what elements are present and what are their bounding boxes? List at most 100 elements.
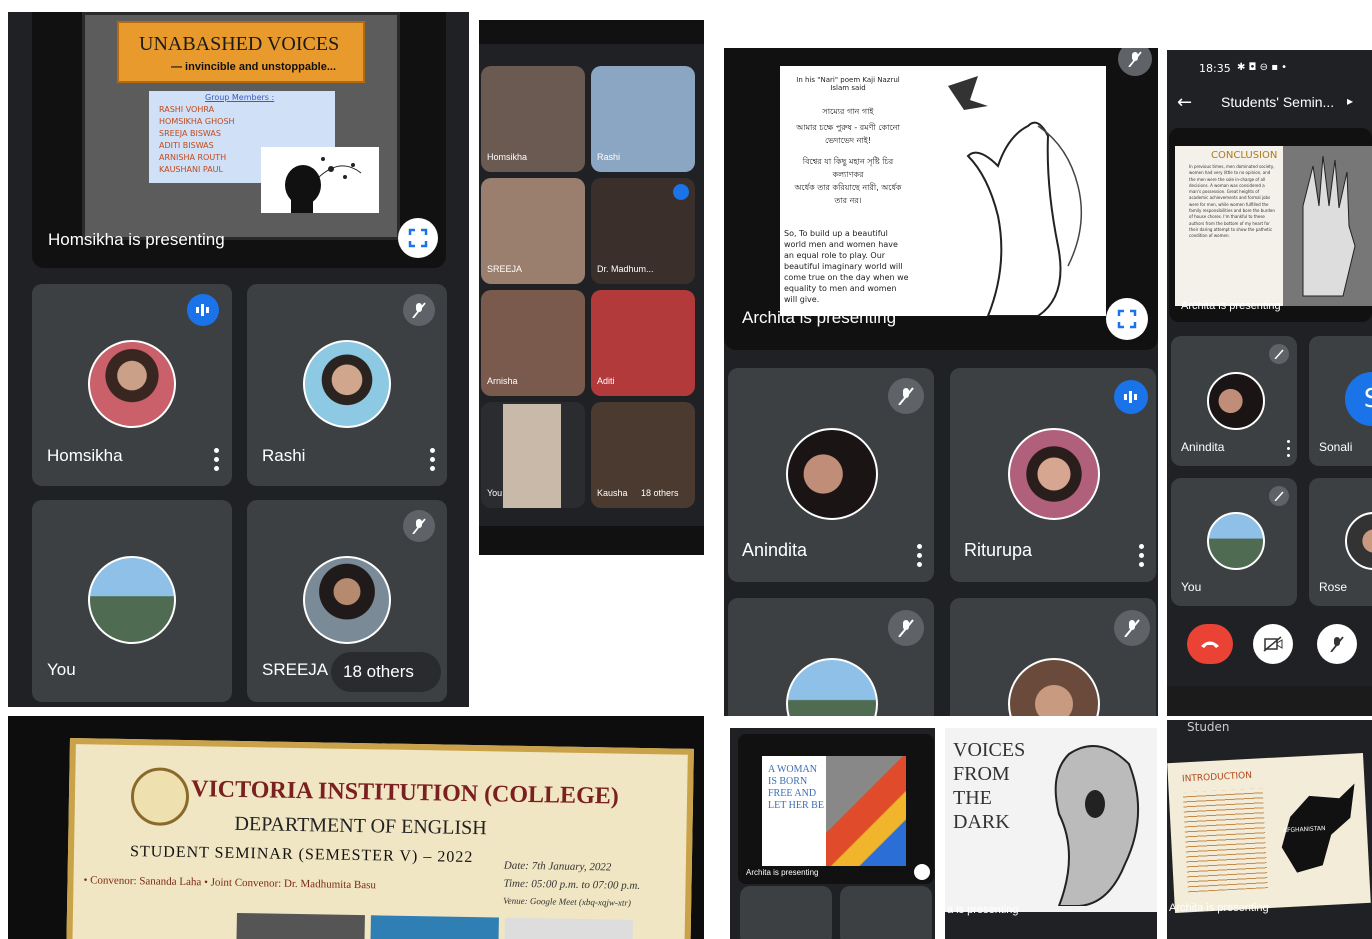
participant-name: Kausha xyxy=(597,488,628,498)
grid-tile-aditi[interactable]: Aditi xyxy=(591,290,695,396)
camera-toggle-button[interactable] xyxy=(1253,624,1293,664)
participant-name: Sonali xyxy=(1319,440,1353,454)
college-name: VICTORIA INSTITUTION (COLLEGE) xyxy=(190,776,619,810)
fullscreen-icon xyxy=(1117,309,1137,329)
more-options-icon[interactable] xyxy=(916,544,922,567)
title-chevron-icon[interactable]: ▸ xyxy=(1347,94,1353,108)
poster: VICTORIA INSTITUTION (COLLEGE) DEPARTMEN… xyxy=(65,738,694,939)
avatar xyxy=(303,556,391,644)
meet-screenshot-phone: 18:35 ✱ ◘ ⊖ ▪ • ← Students' Semin... ▸ C… xyxy=(1167,50,1372,716)
presenting-label: Archita is presenting xyxy=(742,308,897,327)
presenting-label: a is presenting xyxy=(947,904,1019,916)
event-time: Time: 05:00 p.m. to 07:00 p.m. xyxy=(503,877,641,892)
poster-image-2 xyxy=(370,915,499,939)
status-icons: ✱ ◘ ⊖ ▪ • xyxy=(1237,62,1288,73)
participant-tile-you[interactable]: You xyxy=(1171,478,1297,606)
poster-image-3 xyxy=(504,917,633,939)
participant-tile[interactable] xyxy=(840,886,932,939)
slide-title: VOICES FROM THE DARK xyxy=(953,739,1026,833)
slide: VOICES FROM THE DARK xyxy=(945,728,1157,912)
department-name: DEPARTMENT OF ENGLISH xyxy=(234,812,487,840)
seminar-poster-screenshot: VICTORIA INSTITUTION (COLLEGE) DEPARTMEN… xyxy=(8,716,704,939)
presenting-label: Archita is presenting xyxy=(1169,902,1269,914)
member-3: SREEJA BISWAS xyxy=(159,129,221,138)
participant-name: You xyxy=(47,660,76,679)
avatar xyxy=(303,340,391,428)
slide: UNABASHED VOICES — invincible and unstop… xyxy=(82,12,400,240)
android-nav-bar xyxy=(1167,686,1372,716)
mic-toggle-button[interactable] xyxy=(1317,624,1357,664)
avatar xyxy=(88,340,176,428)
android-nav-bar xyxy=(479,526,704,555)
participant-tile-other[interactable] xyxy=(950,598,1156,716)
participant-tile-anindita[interactable]: Anindita xyxy=(728,368,934,582)
participant-tile-riturupa[interactable]: Riturupa xyxy=(950,368,1156,582)
meeting-title: Students' Semin... xyxy=(1221,94,1335,110)
participant-name: SREEJA xyxy=(487,264,523,274)
woman-bird-drawing xyxy=(918,66,1106,316)
participant-name: Arnisha xyxy=(487,376,518,386)
avatar xyxy=(1207,372,1265,430)
more-options-icon[interactable] xyxy=(1138,544,1144,567)
participant-name: Rashi xyxy=(262,446,306,465)
member-1: RASHI VOHRA xyxy=(159,105,215,114)
screaming-woman-image xyxy=(1029,734,1153,907)
poster-image-1 xyxy=(236,912,365,939)
participant-name: SREEJA xyxy=(262,660,329,679)
avatar xyxy=(786,428,878,520)
more-options-icon[interactable] xyxy=(429,448,435,471)
participant-name: Anindita xyxy=(1181,440,1225,454)
slide-title-banner: UNABASHED VOICES — invincible and unstop… xyxy=(117,21,365,83)
hand-image xyxy=(1283,146,1372,306)
meet-screenshot-grid: Homsikha Rashi SREEJA Dr. Madhum... Arni… xyxy=(479,20,704,555)
participant-name: Dr. Madhum... xyxy=(597,264,654,274)
fullscreen-button[interactable] xyxy=(914,864,930,880)
grid-tile-kaushani[interactable]: Kausha 18 others xyxy=(591,402,695,508)
slide: In his "Nari" poem Kaji Nazrul Islam sai… xyxy=(780,66,1106,316)
meet-screenshot-archita: In his "Nari" poem Kaji Nazrul Islam sai… xyxy=(724,48,1158,716)
participant-tile-rashi[interactable]: Rashi xyxy=(247,284,447,486)
more-options-icon[interactable] xyxy=(213,448,219,471)
header-text: Studen xyxy=(1187,720,1230,734)
grid-tile-arnisha[interactable]: Arnisha xyxy=(481,290,585,396)
slide-heading: CONCLUSION xyxy=(1211,150,1278,161)
bengali-line-4: অর্ধেক তার করিয়াছে নারী, অর্ধেক তার নর। xyxy=(794,183,902,205)
grid-tile-homsikha[interactable]: Homsikha xyxy=(481,66,585,172)
participant-tile-sonali[interactable]: S Sonali xyxy=(1309,336,1372,466)
event-date: Date: 7th January, 2022 xyxy=(503,859,612,874)
avatar xyxy=(88,556,176,644)
convenor-line: • Convenor: Sananda Laha • Joint Conveno… xyxy=(83,874,377,892)
fullscreen-button[interactable] xyxy=(398,218,438,258)
participant-tile-you[interactable]: You xyxy=(32,500,232,702)
presenting-label: Homsikha is presenting xyxy=(48,230,225,249)
participant-tile-rose[interactable]: Rose xyxy=(1309,478,1372,606)
fullscreen-button[interactable] xyxy=(1106,298,1148,340)
slide-title: UNABASHED VOICES xyxy=(139,33,340,55)
back-icon[interactable]: ← xyxy=(1177,92,1192,113)
participant-tile-homsikha[interactable]: Homsikha xyxy=(32,284,232,486)
mic-off-icon xyxy=(1330,636,1344,652)
mic-off-icon xyxy=(1114,610,1150,646)
presenting-label: Archita is presenting xyxy=(1181,300,1281,312)
video-frame xyxy=(503,404,561,508)
grid-tile-rashi[interactable]: Rashi xyxy=(591,66,695,172)
poem-body: So, To build up a beautiful world men an… xyxy=(784,229,909,304)
grid-tile-you[interactable]: You xyxy=(481,402,585,508)
participant-tile[interactable] xyxy=(740,886,832,939)
fullscreen-icon xyxy=(408,228,428,248)
more-options-icon[interactable] xyxy=(1285,440,1291,457)
presentation-area: In his "Nari" poem Kaji Nazrul Islam sai… xyxy=(724,48,1158,350)
mic-off-icon xyxy=(888,610,924,646)
member-heading: Group Members : xyxy=(205,93,275,102)
participant-tile-you[interactable] xyxy=(728,598,934,716)
grid-tile-sreeja[interactable]: SREEJA xyxy=(481,178,585,284)
end-call-button[interactable] xyxy=(1187,624,1233,664)
camera-off-icon xyxy=(1263,636,1283,652)
meet-screenshot-homsikha: UNABASHED VOICES — invincible and unstop… xyxy=(8,12,469,707)
head-silhouette-image xyxy=(261,147,379,213)
others-count[interactable]: 18 others xyxy=(641,488,679,498)
participant-tile-sreeja[interactable]: SREEJA 18 others xyxy=(247,500,447,702)
grid-tile-madhumita[interactable]: Dr. Madhum... xyxy=(591,178,695,284)
participant-tile-anindita[interactable]: Anindita xyxy=(1171,336,1297,466)
member-4: ADITI BISWAS xyxy=(159,141,214,150)
